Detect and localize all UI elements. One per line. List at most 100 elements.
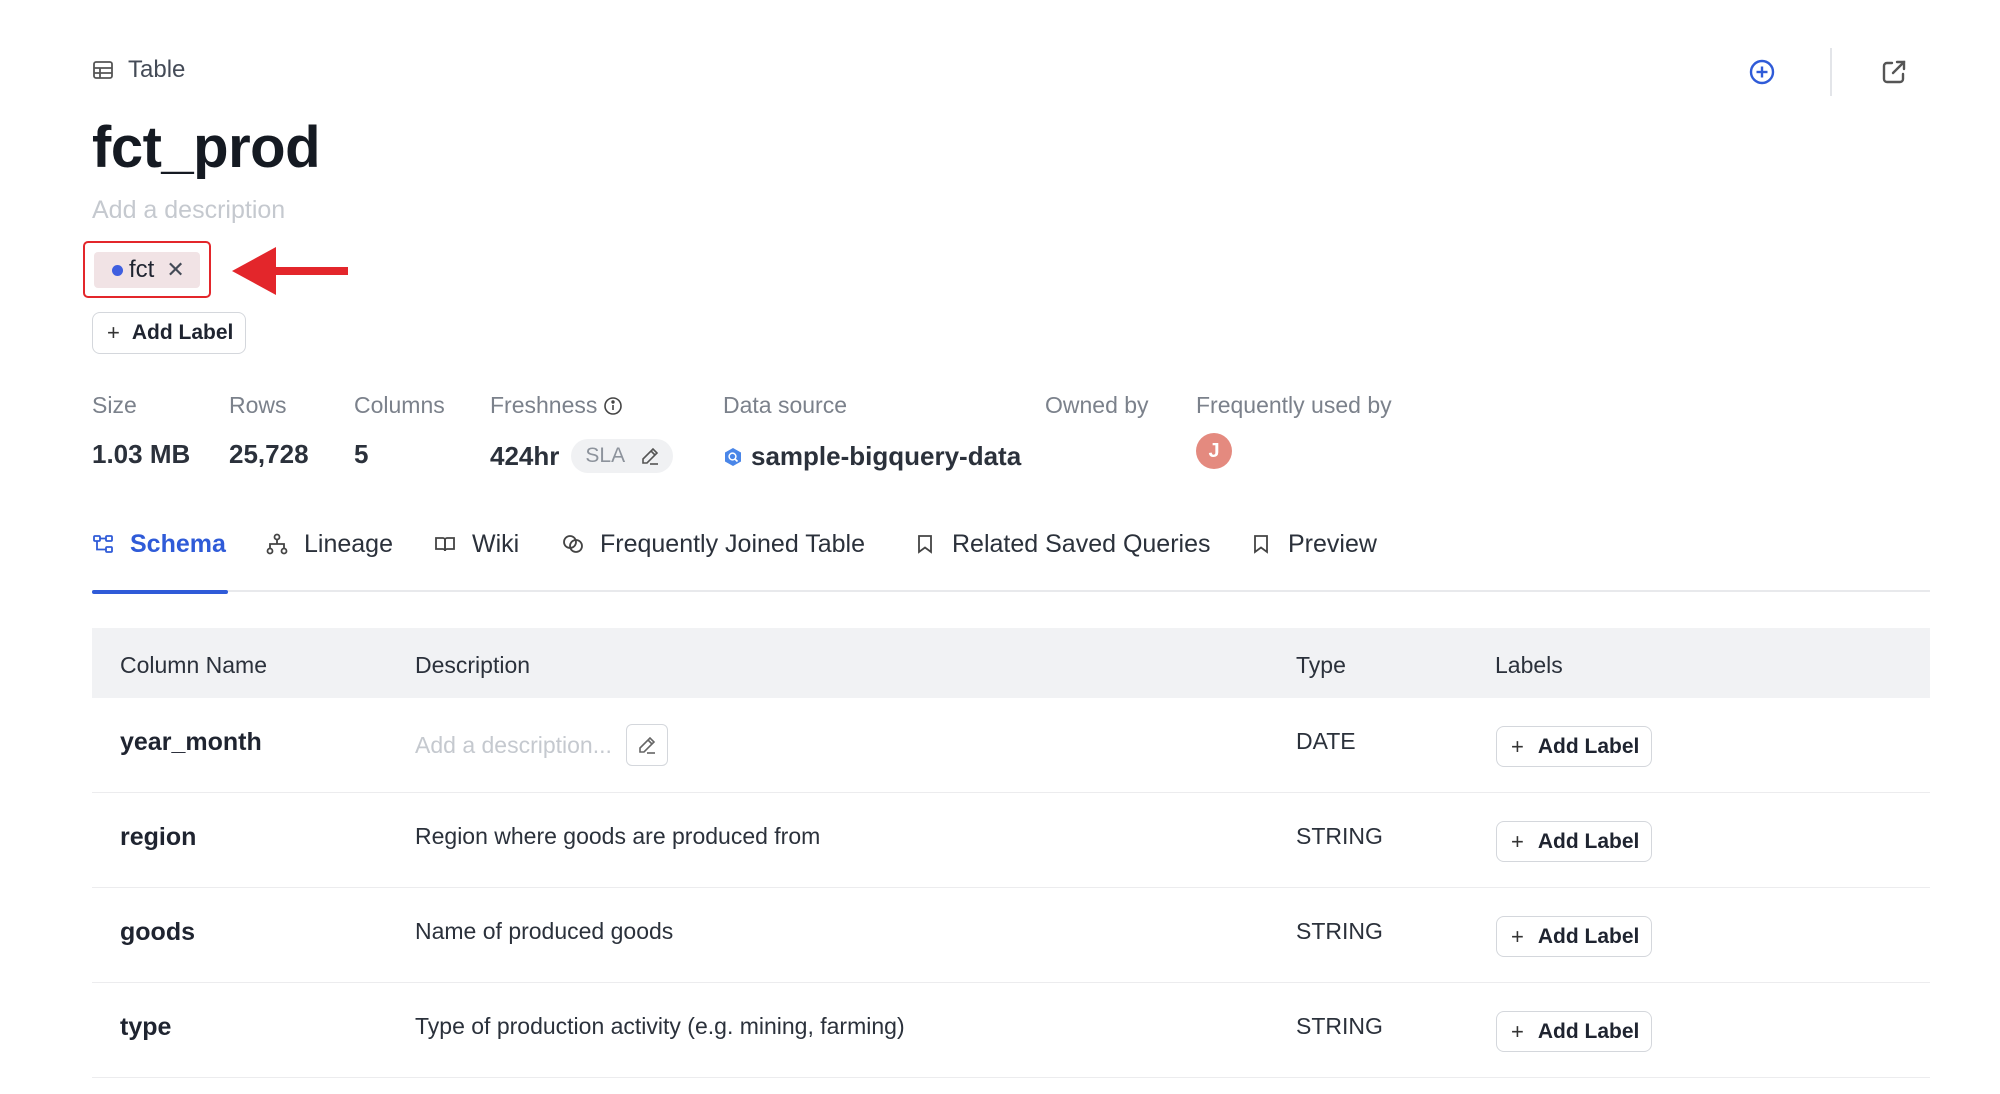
tab-wiki-label: Wiki bbox=[472, 530, 520, 558]
stat-rows-label: Rows bbox=[229, 392, 287, 418]
column-name: year_month bbox=[120, 728, 262, 756]
column-type: DATE bbox=[1296, 728, 1356, 754]
add-label-button[interactable]: + Add Label bbox=[1496, 1011, 1653, 1052]
plus-circle-icon bbox=[1749, 59, 1775, 85]
stat-data-source: Data source sample-bigquery-data bbox=[723, 392, 1021, 472]
stat-data-source-label: Data source bbox=[723, 392, 848, 418]
remove-label-icon[interactable]: ✕ bbox=[166, 257, 184, 283]
header-column-name: Column Name bbox=[120, 652, 267, 678]
label-chip[interactable]: fct ✕ bbox=[94, 252, 200, 288]
label-color-dot bbox=[112, 264, 123, 276]
stat-size-value: 1.03 MB bbox=[92, 439, 191, 469]
avatar[interactable]: J bbox=[1196, 433, 1232, 469]
pencil-icon bbox=[639, 736, 656, 754]
column-description: Name of produced goods bbox=[415, 918, 674, 944]
stat-rows-value: 25,728 bbox=[229, 439, 309, 469]
column-description: Region where goods are produced from bbox=[415, 823, 821, 849]
add-label-button[interactable]: + Add Label bbox=[1496, 726, 1653, 767]
stat-rows: Rows 25,728 bbox=[229, 392, 309, 470]
tab-frequently-joined-table-label: Frequently Joined Table bbox=[600, 530, 865, 558]
tab-related-saved-queries[interactable]: Related Saved Queries bbox=[914, 530, 1210, 592]
stat-size-label: Size bbox=[92, 392, 137, 418]
add-label-text: Add Label bbox=[1537, 1019, 1640, 1043]
column-name: type bbox=[120, 1013, 172, 1041]
column-type: STRING bbox=[1296, 1013, 1383, 1039]
bookmark-icon bbox=[1254, 535, 1268, 554]
stat-frequently-used-by: Frequently used by J bbox=[1196, 392, 1392, 469]
table-row: goods Name of produced goods STRING + Ad… bbox=[92, 888, 1930, 983]
schema-icon bbox=[93, 535, 113, 553]
edit-description-button[interactable] bbox=[625, 724, 668, 766]
divider bbox=[1830, 48, 1832, 96]
stat-freshness-label-row: Freshness bbox=[490, 392, 673, 419]
book-icon bbox=[435, 537, 455, 552]
add-label-button[interactable]: + Add Label bbox=[92, 312, 247, 354]
add-label-text: Add Label bbox=[1537, 829, 1640, 853]
stat-freshness: Freshness 424hr SLA bbox=[490, 392, 674, 473]
stat-freshness-value: 424hr bbox=[490, 440, 560, 471]
bookmark-icon bbox=[918, 535, 932, 554]
stat-columns: Columns 5 bbox=[354, 392, 445, 470]
stat-freshness-value-row: 424hr SLA bbox=[490, 439, 674, 473]
stat-freshness-label: Freshness bbox=[490, 392, 598, 418]
annotation-arrow bbox=[232, 247, 348, 295]
object-kind: Table bbox=[92, 56, 185, 84]
description-placeholder[interactable]: Add a description... bbox=[415, 732, 612, 759]
join-icon bbox=[563, 535, 583, 553]
bigquery-icon bbox=[725, 447, 741, 466]
plus-icon: + bbox=[1511, 733, 1524, 759]
stat-size: Size 1.03 MB bbox=[92, 392, 190, 470]
open-external-button[interactable] bbox=[1872, 50, 1916, 94]
add-to-collection-button[interactable] bbox=[1740, 50, 1784, 94]
stat-owned-by: Owned by bbox=[1045, 392, 1149, 419]
table-header: Column Name Description Type Labels bbox=[92, 628, 1930, 698]
plus-icon: + bbox=[1511, 923, 1524, 949]
column-type: STRING bbox=[1296, 823, 1383, 849]
stat-columns-value: 5 bbox=[354, 439, 369, 469]
plus-icon: + bbox=[1511, 1018, 1524, 1044]
add-label-text: Add Label bbox=[131, 321, 234, 344]
add-label-button[interactable]: + Add Label bbox=[1496, 821, 1653, 862]
tab-frequently-joined-table[interactable]: Frequently Joined Table bbox=[562, 530, 865, 592]
tab-schema-label: Schema bbox=[130, 530, 226, 558]
plus-icon: + bbox=[1511, 828, 1524, 854]
plus-icon: + bbox=[107, 320, 120, 345]
schema-table: Column Name Description Type Labels year… bbox=[92, 628, 1930, 1078]
object-kind-label: Table bbox=[128, 56, 186, 83]
info-icon[interactable] bbox=[603, 396, 623, 416]
tab-preview[interactable]: Preview bbox=[1250, 530, 1377, 592]
tab-wiki[interactable]: Wiki bbox=[434, 530, 519, 592]
page-title: fct_prod bbox=[92, 115, 321, 180]
table-row: type Type of production activity (e.g. m… bbox=[92, 983, 1930, 1078]
header-labels: Labels bbox=[1495, 652, 1563, 678]
top-actions bbox=[1740, 48, 1916, 96]
tab-schema[interactable]: Schema bbox=[92, 530, 228, 594]
description-placeholder[interactable]: Add a description bbox=[92, 196, 285, 225]
add-label-button[interactable]: + Add Label bbox=[1496, 916, 1653, 957]
header-description: Description bbox=[415, 652, 531, 678]
active-tab-indicator bbox=[92, 590, 228, 594]
stat-columns-label: Columns bbox=[354, 392, 445, 418]
column-name: region bbox=[120, 823, 197, 851]
stat-data-source-value: sample-bigquery-data bbox=[751, 441, 1022, 471]
header-type: Type bbox=[1296, 652, 1346, 678]
column-name: goods bbox=[120, 918, 195, 946]
table-icon bbox=[93, 61, 113, 79]
add-label-text: Add Label bbox=[1537, 734, 1640, 758]
table-row: year_month Add a description... DATE + A… bbox=[92, 698, 1930, 793]
table-stats: Size 1.03 MB Rows 25,728 Columns 5 Fresh… bbox=[0, 392, 2000, 473]
tab-bar: Schema Lineage Wiki Frequently Joined Ta… bbox=[92, 522, 1930, 594]
sla-edit-button[interactable]: SLA bbox=[571, 439, 674, 473]
external-link-icon bbox=[1882, 60, 1906, 84]
table-row: region Region where goods are produced f… bbox=[92, 793, 1930, 888]
tab-lineage-label: Lineage bbox=[304, 530, 393, 558]
column-description: Type of production activity (e.g. mining… bbox=[415, 1013, 905, 1039]
label-chip-text: fct bbox=[129, 256, 155, 283]
tab-preview-label: Preview bbox=[1288, 530, 1377, 558]
add-label-text: Add Label bbox=[1537, 924, 1640, 948]
column-type: STRING bbox=[1296, 918, 1383, 944]
column-description-empty: Add a description... bbox=[415, 724, 668, 766]
tab-lineage[interactable]: Lineage bbox=[266, 530, 393, 592]
stat-data-source-value-row[interactable]: sample-bigquery-data bbox=[723, 441, 1021, 472]
lineage-icon bbox=[266, 533, 288, 555]
